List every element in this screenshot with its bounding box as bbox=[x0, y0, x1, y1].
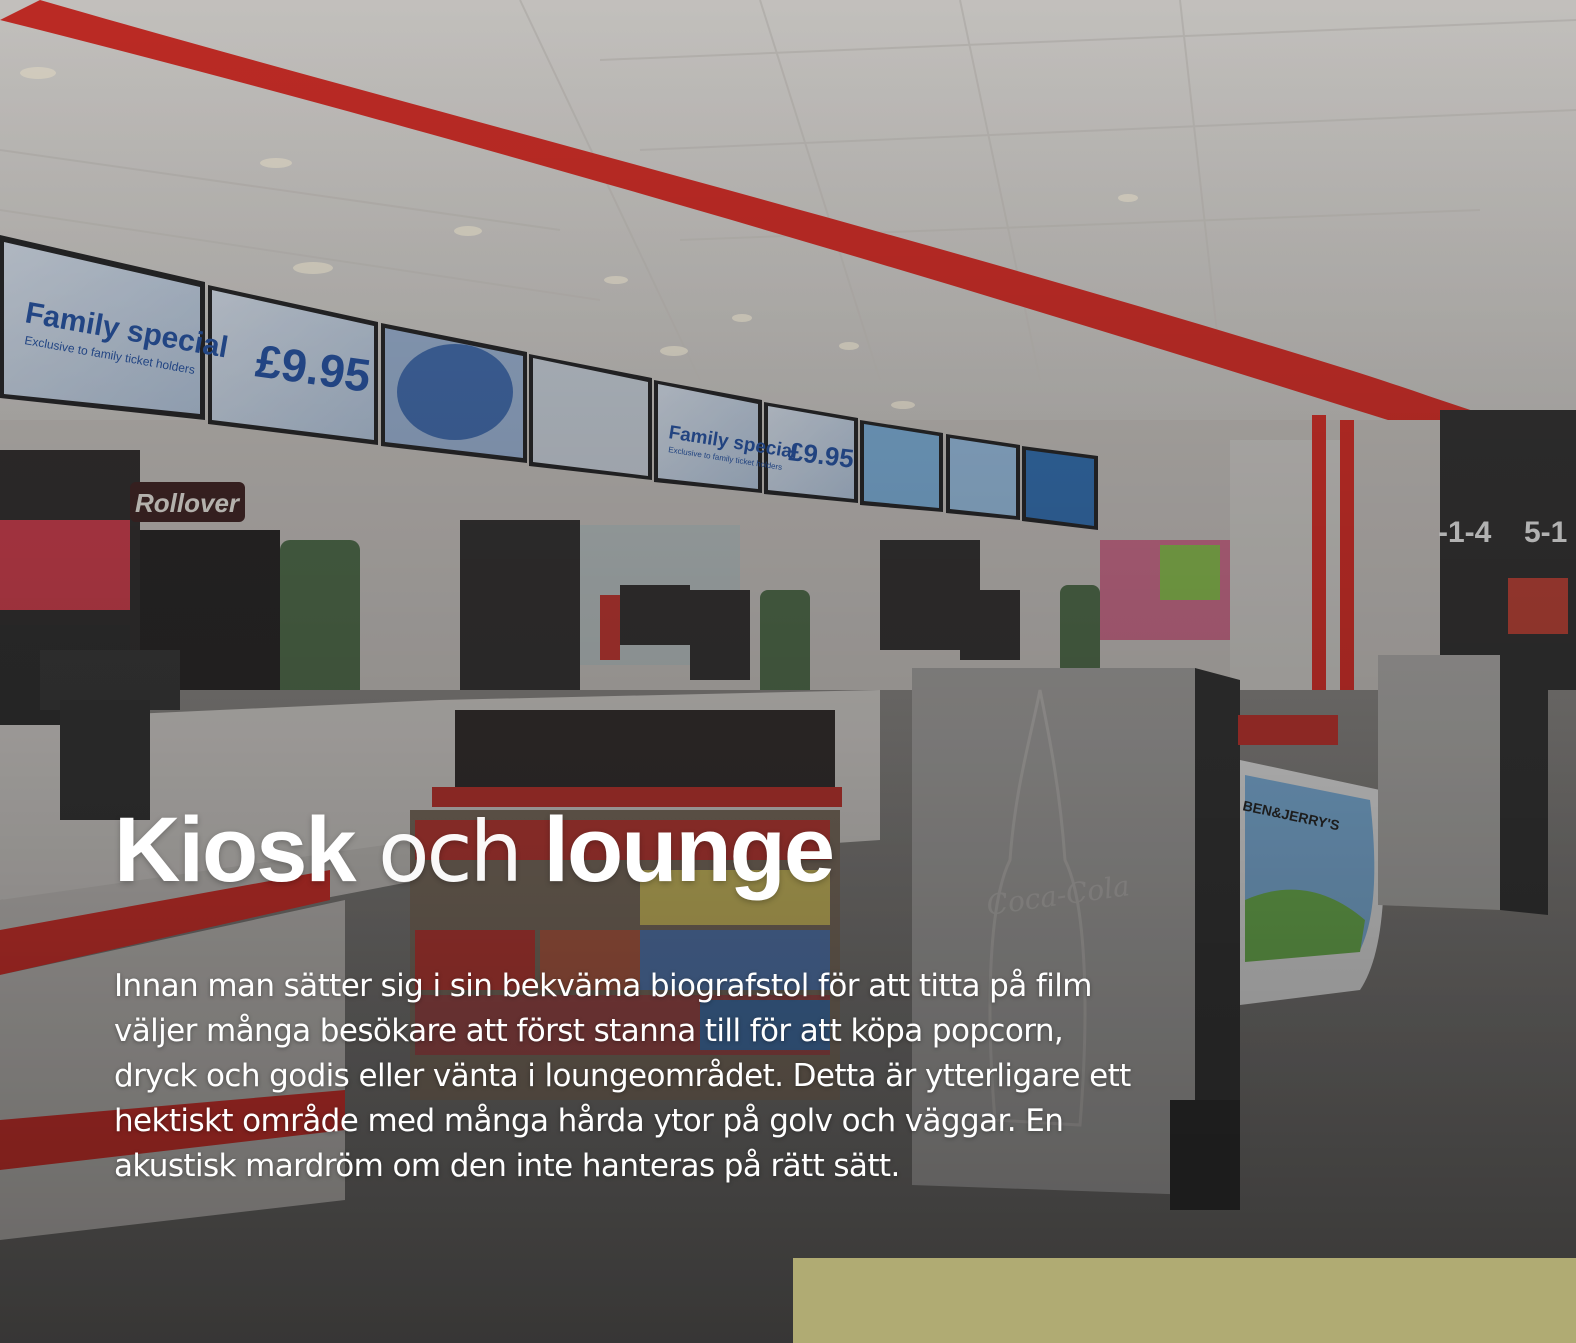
page-title: Kiosk och lounge bbox=[114, 800, 1154, 902]
title-word-lounge: lounge bbox=[543, 799, 835, 901]
body-paragraph: Innan man sätter sig i sin bekväma biogr… bbox=[114, 968, 1131, 1184]
olive-color-block bbox=[793, 1258, 1576, 1343]
page: -1-4 5-1 Family special Exclusive t bbox=[0, 0, 1576, 1343]
title-word-kiosk: Kiosk bbox=[114, 799, 357, 901]
title-word-och: och bbox=[378, 803, 523, 901]
text-block: Kiosk och lounge Innan man sätter sig i … bbox=[114, 800, 1154, 1189]
